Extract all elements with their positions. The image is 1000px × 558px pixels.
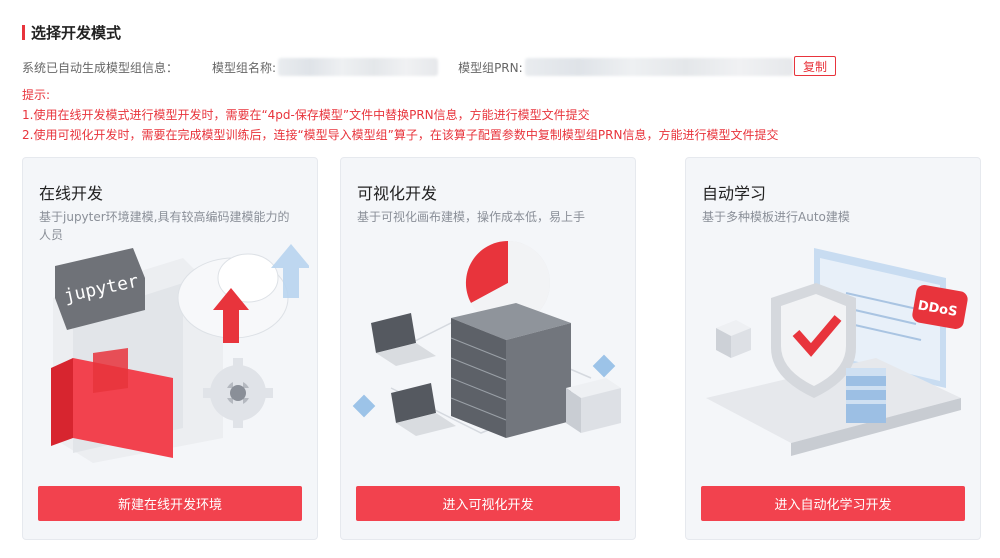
server-stack-icon — [450, 303, 571, 438]
card-title: 自动学习 — [702, 184, 767, 203]
title-accent-bar — [22, 24, 25, 40]
online-dev-illustration: jupyter — [51, 244, 309, 463]
page-title: 选择开发模式 — [31, 23, 122, 42]
enter-auto-learning-button[interactable]: 进入自动化学习开发 — [701, 486, 965, 521]
group-name-value-redacted — [278, 58, 439, 76]
copy-button[interactable]: 复制 — [794, 56, 836, 76]
group-prn-value-redacted — [524, 58, 793, 76]
cube-icon — [716, 320, 751, 358]
card-title: 可视化开发 — [357, 184, 438, 203]
tips-title: 提示: — [22, 88, 51, 102]
card-description: 基于可视化画布建模，操作成本低，易上手 — [357, 210, 586, 224]
enter-visual-dev-button[interactable]: 进入可视化开发 — [356, 486, 620, 521]
group-prn-label: 模型组PRN: — [458, 60, 523, 75]
storage-box-icon — [566, 378, 621, 433]
section-header: 选择开发模式 — [22, 22, 121, 42]
tips-block: 提示: 1.使用在线开发模式进行模型开发时，需要在“4pd-保存模型”文件中替换… — [22, 85, 778, 145]
tips-line-2: 2.使用可视化开发时，需要在完成模型训练后，连接“模型导入模型组”算子，在该算子… — [22, 128, 779, 142]
laptop-icon — [371, 313, 436, 366]
card-auto-learning: 自动学习 基于多种模板进行Auto建模 DDoS 进入自动化学习开发 — [685, 157, 981, 540]
card-visual-dev: 可视化开发 基于可视化画布建模，操作成本低，易上手 进入可视化开发 — [340, 157, 636, 540]
tips-line-1: 1.使用在线开发模式进行模型开发时，需要在“4pd-保存模型”文件中替换PRN信… — [22, 108, 590, 122]
database-icon — [846, 368, 886, 423]
system-info-label: 系统已自动生成模型组信息： — [22, 60, 179, 75]
card-description: 基于多种模板进行Auto建模 — [702, 210, 850, 224]
create-online-env-button[interactable]: 新建在线开发环境 — [38, 486, 302, 521]
auto-learning-illustration: DDoS — [706, 248, 968, 456]
model-group-info: 系统已自动生成模型组信息： 模型组名称: 模型组PRN: — [22, 58, 793, 76]
laptop-icon — [391, 383, 456, 436]
card-online-dev: 在线开发 基于jupyter环境建模,具有较高编码建模能力的人员 jupyter… — [22, 157, 318, 540]
card-title: 在线开发 — [39, 184, 104, 203]
visual-dev-illustration — [352, 240, 621, 438]
group-name-label: 模型组名称: — [212, 60, 277, 75]
